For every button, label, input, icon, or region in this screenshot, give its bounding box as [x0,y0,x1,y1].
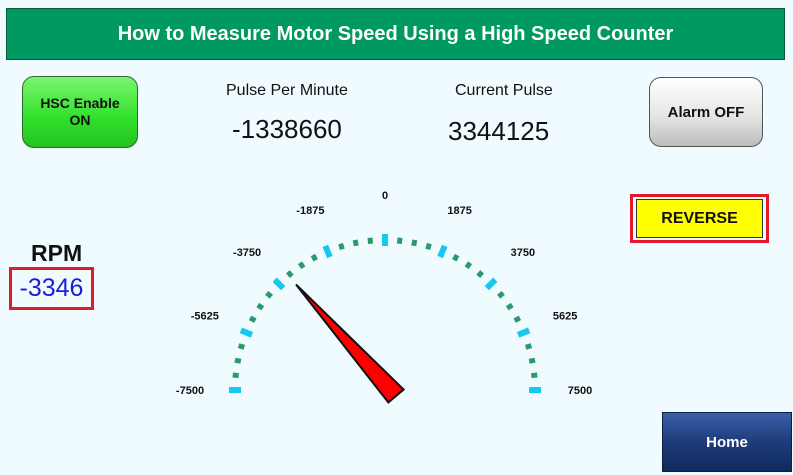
gauge-minor-tick [352,239,359,247]
gauge-tick-label: 1875 [447,205,471,217]
gauge-minor-tick [528,357,536,364]
gauge-minor-tick [338,242,345,251]
gauge-major-tick [437,244,448,259]
gauge-minor-tick [497,291,505,299]
home-button[interactable]: Home [662,412,792,472]
gauge-minor-tick [524,343,533,350]
gauge-tick-label: -3750 [233,247,261,259]
gauge-minor-tick [476,270,484,278]
gauge-major-tick [484,277,498,291]
gauge-minor-tick [411,239,418,247]
gauge-major-tick [516,327,531,338]
gauge-minor-tick [464,261,473,270]
gauge-minor-tick [452,253,460,262]
gauge-minor-tick [531,372,538,379]
gauge-minor-tick [310,253,318,262]
gauge-major-tick [272,277,286,291]
gauge-minor-tick [265,291,273,299]
gauge-tick-label: -1875 [296,205,324,217]
gauge-major-tick [322,244,333,259]
gauge-minor-tick [256,302,265,311]
gauge-tick-label: 7500 [568,385,592,397]
gauge-minor-tick [367,237,374,244]
gauge-minor-tick [396,237,403,244]
gauge-minor-tick [505,302,514,311]
gauge-tick-label: 5625 [553,310,577,322]
gauge-needle [295,283,406,404]
gauge-tick-label: -5625 [191,310,219,322]
gauge-minor-tick [513,315,522,323]
home-button-label: Home [706,433,748,451]
gauge-minor-tick [286,270,294,278]
gauge-minor-tick [234,357,242,364]
gauge-tick-label: 3750 [511,247,535,259]
gauge-tick-label: 0 [382,190,388,202]
gauge-minor-tick [297,261,306,270]
gauge-minor-tick [237,343,246,350]
speed-gauge: -7500 -5625 -3750 -1875 0 1875 3750 5625 7500 [176,190,592,404]
gauge-tick-label: -7500 [176,385,204,397]
gauge-minor-tick [425,242,432,251]
gauge-major-tick [239,327,254,338]
gauge-minor-tick [232,372,239,379]
gauge-minor-tick [248,315,257,323]
